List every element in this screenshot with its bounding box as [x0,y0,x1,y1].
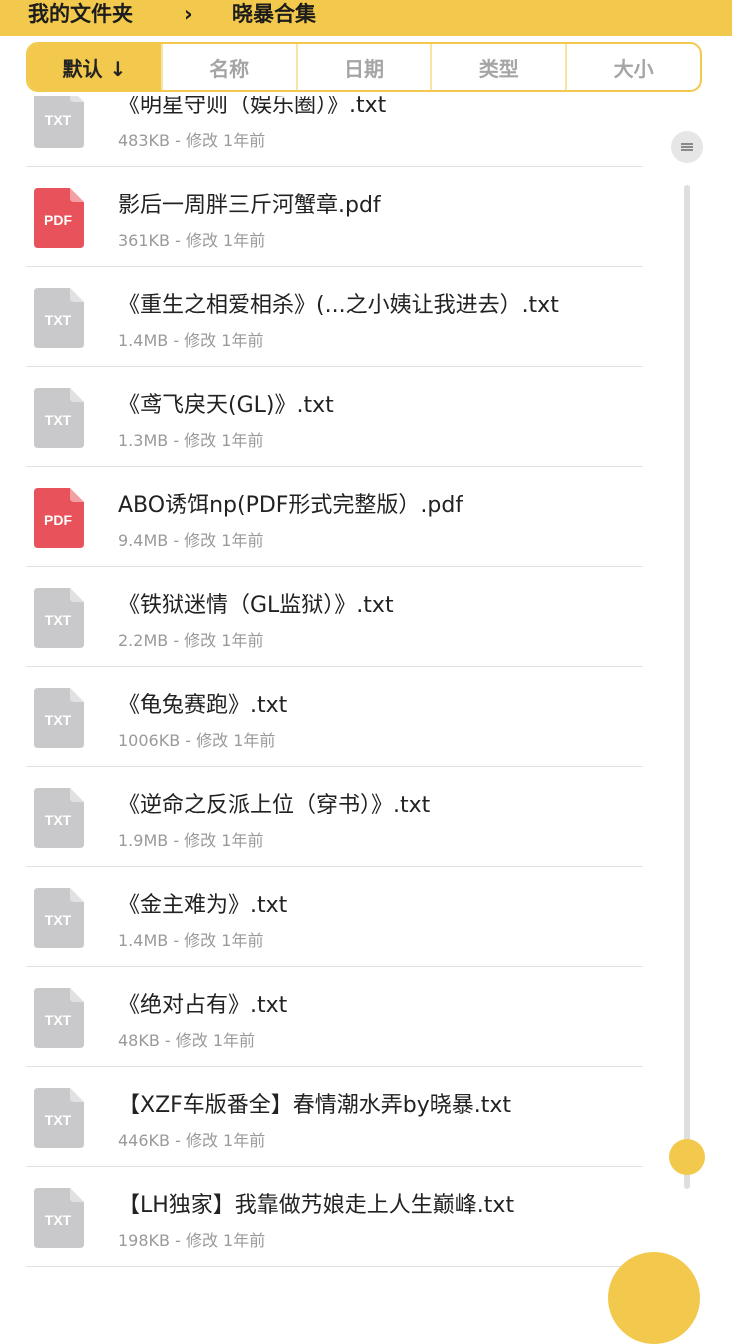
txt-file-icon: TXT [34,688,84,748]
txt-file-icon: TXT [34,96,84,148]
txt-file-icon: TXT [34,988,84,1048]
list-item[interactable]: TXT 《绝对占有》.txt 48KB - 修改 1年前 [0,967,732,1067]
file-type-label: TXT [45,712,72,728]
chevron-right-icon: › [184,2,193,26]
file-type-label: TXT [45,112,72,128]
file-type-label: TXT [45,1212,72,1228]
menu-icon[interactable] [671,131,703,163]
file-name: 《逆命之反派上位（穿书）》.txt [118,793,431,818]
file-meta: 446KB - 修改 1年前 [118,1131,266,1150]
file-meta: 1.4MB - 修改 1年前 [118,931,264,950]
list-item[interactable]: TXT 《龟兔赛跑》.txt 1006KB - 修改 1年前 [0,667,732,767]
file-type-label: TXT [45,912,72,928]
sort-bar: 默认 ↓ 名称 日期 类型 大小 [26,42,702,92]
pdf-file-icon: PDF [34,488,84,548]
file-name: 《重生之相爱相杀》(...之小姨让我进去）.txt [118,293,559,318]
list-item[interactable]: TXT 《明星守则（娱乐圈）》.txt 483KB - 修改 1年前 [0,96,732,167]
file-meta: 48KB - 修改 1年前 [118,1031,256,1050]
file-meta: 1006KB - 修改 1年前 [118,731,276,750]
file-name: 【XZF车版番全】春情潮水弄by晓暴.txt [118,1093,512,1118]
file-meta: 1.3MB - 修改 1年前 [118,431,264,450]
add-button[interactable] [608,1252,700,1344]
file-list: TXT 《明星守则（娱乐圈）》.txt 483KB - 修改 1年前 PDF 影后一周胖… [0,96,732,1280]
txt-file-icon: TXT [34,888,84,948]
file-meta: 9.4MB - 修改 1年前 [118,531,264,550]
file-name: 《龟兔赛跑》.txt [118,693,288,718]
list-item[interactable]: TXT 《鸢飞戾天(GL)》.txt 1.3MB - 修改 1年前 [0,367,732,467]
txt-file-icon: TXT [34,288,84,348]
file-meta: 361KB - 修改 1年前 [118,231,266,250]
tab-sort-name[interactable]: 名称 [163,44,298,90]
file-meta: 483KB - 修改 1年前 [118,131,266,150]
file-name: 《绝对占有》.txt [118,993,288,1018]
file-name: 【LH独家】我靠做艿娘走上人生巅峰.txt [118,1193,515,1218]
breadcrumb-root[interactable]: 我的文件夹 [28,0,133,28]
list-item[interactable]: TXT 《金主难为》.txt 1.4MB - 修改 1年前 [0,867,732,967]
list-item[interactable]: TXT 【LH独家】我靠做艿娘走上人生巅峰.txt 198KB - 修改 1年前 [0,1167,732,1267]
breadcrumb-current: 晓暴合集 [232,2,316,26]
file-name: 影后一周胖三斤河蟹章.pdf [118,193,381,218]
txt-file-icon: TXT [34,1088,84,1148]
txt-file-icon: TXT [34,1188,84,1248]
file-type-label: TXT [45,1112,72,1128]
file-type-label: TXT [45,1012,72,1028]
list-item[interactable]: TXT 《重生之相爱相杀》(...之小姨让我进去）.txt 1.4MB - 修改 1… [0,267,732,367]
file-type-label: PDF [44,212,72,228]
scrollbar-track[interactable] [684,185,690,1189]
file-meta: 1.4MB - 修改 1年前 [118,331,264,350]
tab-sort-date[interactable]: 日期 [298,44,433,90]
file-type-label: TXT [45,412,72,428]
file-list-content: TXT 《明星守则（娱乐圈）》.txt 483KB - 修改 1年前 PDF 影后一周胖… [0,96,732,1267]
file-type-label: TXT [45,312,72,328]
file-meta: 2.2MB - 修改 1年前 [118,631,264,650]
list-item[interactable]: TXT 【XZF车版番全】春情潮水弄by晓暴.txt 446KB - 修改 1年前 [0,1067,732,1167]
list-item[interactable]: PDF ABO诱饵np(PDF形式完整版）.pdf 9.4MB - 修改 1年前 [0,467,732,567]
list-item[interactable]: PDF 影后一周胖三斤河蟹章.pdf 361KB - 修改 1年前 [0,167,732,267]
txt-file-icon: TXT [34,388,84,448]
file-type-label: TXT [45,612,72,628]
file-name: 《金主难为》.txt [118,893,288,918]
divider [26,1266,643,1267]
txt-file-icon: TXT [34,588,84,648]
file-meta: 198KB - 修改 1年前 [118,1231,266,1250]
file-type-label: TXT [45,812,72,828]
file-name: ABO诱饵np(PDF形式完整版）.pdf [118,493,464,518]
tab-sort-size[interactable]: 大小 [567,44,700,90]
tab-sort-type[interactable]: 类型 [432,44,568,90]
file-name: 《鸢飞戾天(GL)》.txt [118,393,334,418]
list-item[interactable]: TXT 《逆命之反派上位（穿书）》.txt 1.9MB - 修改 1年前 [0,767,732,867]
tab-sort-default[interactable]: 默认 ↓ [28,44,163,90]
list-item[interactable]: TXT 《铁狱迷情（GL监狱）》.txt 2.2MB - 修改 1年前 [0,567,732,667]
file-name: 《明星守则（娱乐圈）》.txt [118,96,387,118]
scrollbar-handle[interactable] [669,1139,705,1175]
file-meta: 1.9MB - 修改 1年前 [118,831,264,850]
txt-file-icon: TXT [34,788,84,848]
file-name: 《铁狱迷情（GL监狱）》.txt [118,593,394,618]
file-type-label: PDF [44,512,72,528]
app-header: 我的文件夹 › 晓暴合集 [0,0,732,36]
pdf-file-icon: PDF [34,188,84,248]
breadcrumb: 我的文件夹 › 晓暴合集 [0,0,732,34]
